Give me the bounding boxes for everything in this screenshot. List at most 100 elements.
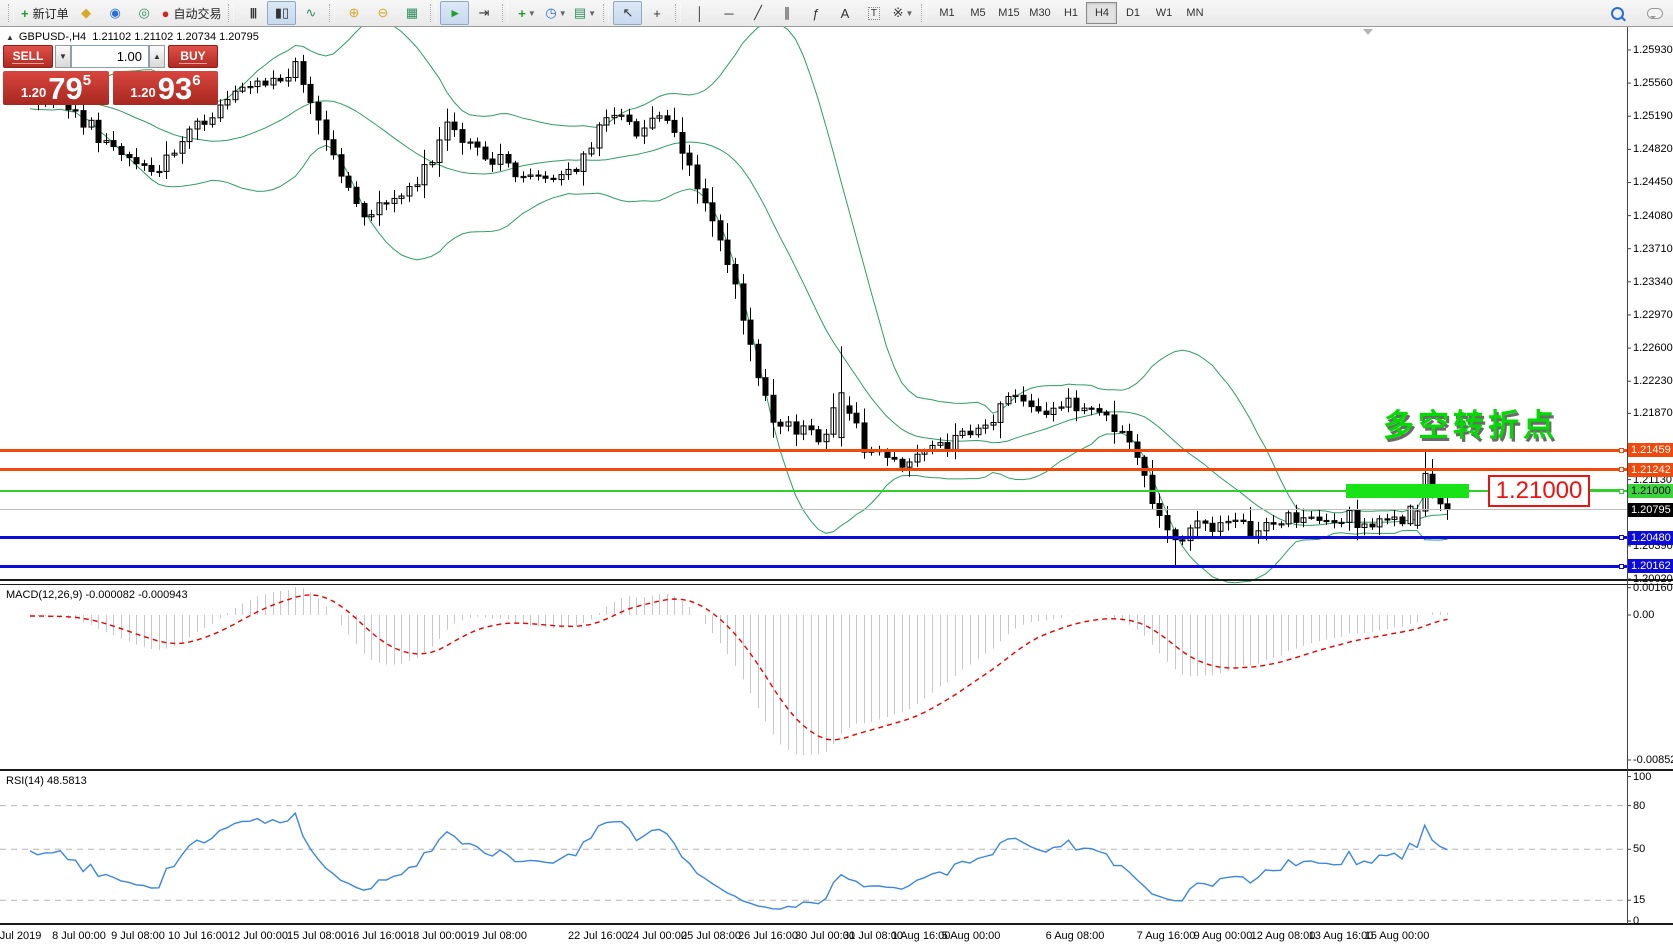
horizontal-line-icon: ─ bbox=[724, 6, 733, 21]
highlight-rectangle[interactable] bbox=[1346, 484, 1469, 498]
templates-button[interactable]: ▤▼ bbox=[570, 1, 599, 25]
volume-decrease-button[interactable]: ▼ bbox=[55, 45, 71, 68]
tile-windows-icon: ▦ bbox=[406, 5, 418, 21]
hline-1.20795[interactable] bbox=[0, 509, 1627, 510]
timeframe-mn[interactable]: MN bbox=[1179, 2, 1210, 24]
cursor-button[interactable]: ↖ bbox=[613, 1, 642, 25]
channel-button[interactable]: ∥ bbox=[772, 1, 801, 25]
autotrading-button[interactable]: ●自动交易 bbox=[159, 1, 225, 25]
periods-icon: ◷ bbox=[545, 5, 556, 21]
arrows-button-dropdown-icon[interactable]: ▼ bbox=[905, 9, 913, 18]
new-order-button-label: 新订单 bbox=[33, 5, 69, 22]
periods-button[interactable]: ◷▼ bbox=[541, 1, 570, 25]
timeframe-d1[interactable]: D1 bbox=[1117, 2, 1148, 24]
price-tick-label: 1.23710 bbox=[1633, 243, 1673, 255]
pane-separator-bottom bbox=[0, 923, 1673, 925]
hline-1.20162[interactable] bbox=[0, 565, 1627, 568]
search-button[interactable] bbox=[1603, 1, 1632, 25]
buy-button[interactable]: BUY bbox=[168, 45, 218, 68]
rsi-label: RSI(14) 48.5813 bbox=[6, 775, 87, 787]
timeframe-h4[interactable]: H4 bbox=[1086, 2, 1117, 24]
time-label: 5 Aug 00:00 bbox=[942, 930, 1001, 942]
vertical-line-button[interactable]: │ bbox=[685, 1, 714, 25]
timeframe-m5[interactable]: M5 bbox=[962, 2, 993, 24]
macd-tick-label: 0.00 bbox=[1633, 609, 1654, 621]
auto-scroll-button[interactable]: ▸ bbox=[440, 1, 469, 25]
price-tag-label[interactable]: 1.21000 bbox=[1488, 475, 1590, 507]
fibonacci-button[interactable]: ƒ bbox=[801, 1, 830, 25]
mt4-terminal: { "toolbar": { "groups": [ {"items": [ {… bbox=[0, 0, 1673, 950]
timeframe-h1[interactable]: H1 bbox=[1055, 2, 1086, 24]
chat-button[interactable] bbox=[1640, 1, 1669, 25]
text-label-button[interactable]: T bbox=[859, 1, 888, 25]
hline-1.21459[interactable] bbox=[0, 449, 1627, 452]
pane-separator-main-macd[interactable] bbox=[0, 579, 1673, 581]
templates-button-dropdown-icon[interactable]: ▼ bbox=[588, 9, 596, 18]
fibonacci-icon: ƒ bbox=[812, 6, 819, 21]
time-label: 15 Aug 00:00 bbox=[1365, 930, 1430, 942]
time-label: 22 Jul 16:00 bbox=[568, 930, 628, 942]
zoom-in-button[interactable]: ⊕ bbox=[339, 1, 368, 25]
time-label: 7 Aug 16:00 bbox=[1137, 930, 1196, 942]
depth-of-market-icon[interactable]: ◆ bbox=[72, 1, 101, 25]
horizontal-line-button[interactable]: ─ bbox=[714, 1, 743, 25]
community-icon[interactable]: ◉ bbox=[101, 1, 130, 25]
periods-button-dropdown-icon[interactable]: ▼ bbox=[559, 9, 567, 18]
volume-input[interactable]: 1.00 bbox=[71, 45, 149, 68]
text-annotation[interactable]: 多空转折点 bbox=[1383, 400, 1558, 445]
sell-price-point: 5 bbox=[83, 72, 91, 89]
volume-increase-button[interactable]: ▲ bbox=[149, 45, 165, 68]
hline-1.21242[interactable] bbox=[0, 468, 1627, 471]
price-tick-label: 1.23340 bbox=[1633, 276, 1673, 288]
time-label: 9 Jul 08:00 bbox=[111, 930, 165, 942]
hline-1.20480[interactable] bbox=[0, 536, 1627, 539]
symbol-period-label: GBPUSD-,H4 bbox=[19, 31, 86, 43]
sell-price-handle: 1.20 bbox=[21, 85, 46, 100]
chart-title: ▲GBPUSD-,H4 1.21102 1.21102 1.20734 1.20… bbox=[6, 31, 259, 43]
chat-icon bbox=[1647, 8, 1663, 19]
hline-marker bbox=[1619, 535, 1624, 540]
chart-shift-button[interactable]: ⇥ bbox=[469, 1, 498, 25]
buy-price-handle: 1.20 bbox=[130, 85, 155, 100]
candlestick-chart-canvas[interactable] bbox=[0, 0, 1673, 950]
time-label: 16 Jul 16:00 bbox=[347, 930, 407, 942]
price-tick-label: 1.24450 bbox=[1633, 176, 1673, 188]
macd-tick-label: -0.008522 bbox=[1633, 754, 1673, 766]
tile-windows-button[interactable]: ▦ bbox=[397, 1, 426, 25]
macd-label: MACD(12,26,9) -0.000082 -0.000943 bbox=[6, 589, 188, 601]
timeframe-m1[interactable]: M1 bbox=[931, 2, 962, 24]
price-badge-1.20162: 1.20162 bbox=[1628, 559, 1673, 573]
text-button[interactable]: A bbox=[830, 1, 859, 25]
signals-icon[interactable]: ◎ bbox=[130, 1, 159, 25]
zoom-out-button[interactable]: ⊖ bbox=[368, 1, 397, 25]
sell-price-pips: 79 bbox=[48, 74, 82, 104]
chart-shift-marker[interactable] bbox=[1363, 29, 1373, 35]
sell-price-box[interactable]: 1.20 79 5 bbox=[3, 71, 109, 105]
indicators-button[interactable]: +▼ bbox=[512, 1, 541, 25]
sell-button[interactable]: SELL bbox=[3, 45, 53, 68]
pane-separator-macd-rsi[interactable] bbox=[0, 769, 1673, 771]
buy-price-box[interactable]: 1.20 93 6 bbox=[113, 71, 218, 105]
cursor-icon: ↖ bbox=[623, 5, 634, 21]
toolbar-grip bbox=[430, 4, 436, 22]
price-tick-label: 1.22600 bbox=[1633, 342, 1673, 354]
bar-chart-button[interactable]: ||| bbox=[238, 1, 267, 25]
line-chart-button[interactable]: ∿ bbox=[296, 1, 325, 25]
timeframe-m30[interactable]: M30 bbox=[1024, 2, 1055, 24]
trendline-icon: ╱ bbox=[754, 5, 762, 21]
new-order-button[interactable]: +新订单 bbox=[18, 1, 72, 25]
rsi-tick-label: 80 bbox=[1633, 800, 1645, 812]
indicators-button-dropdown-icon[interactable]: ▼ bbox=[528, 9, 536, 18]
timeframe-m15[interactable]: M15 bbox=[993, 2, 1024, 24]
time-label: 15 Jul 08:00 bbox=[287, 930, 347, 942]
toolbar: +新订单◆◉◎●自动交易|||▮▯∿⊕⊖▦▸⇥+▼◷▼▤▼↖+│─╱∥ƒAT※▼… bbox=[0, 0, 1673, 27]
collapse-panel-arrow[interactable]: ▲ bbox=[6, 33, 14, 42]
timeframe-w1[interactable]: W1 bbox=[1148, 2, 1179, 24]
trendline-button[interactable]: ╱ bbox=[743, 1, 772, 25]
time-label: 25 Jul 08:00 bbox=[681, 930, 741, 942]
arrows-button[interactable]: ※▼ bbox=[888, 1, 917, 25]
candlestick-chart-button[interactable]: ▮▯ bbox=[267, 1, 296, 25]
price-badge-1.20480: 1.20480 bbox=[1628, 531, 1673, 545]
hline-marker bbox=[1619, 448, 1624, 453]
crosshair-button[interactable]: + bbox=[642, 1, 671, 25]
